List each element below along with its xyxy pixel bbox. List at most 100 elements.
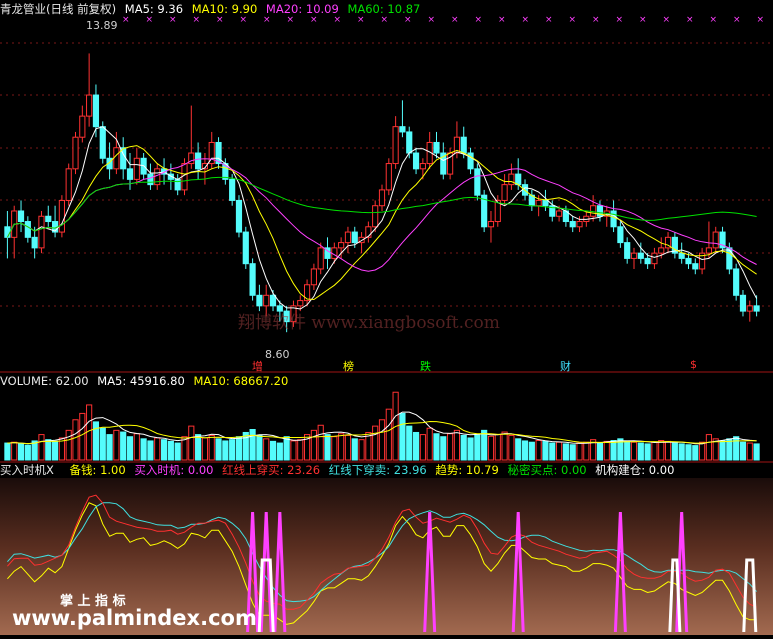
x-marker: × <box>498 15 506 25</box>
volume-bar <box>188 425 195 461</box>
candle-body <box>99 126 106 159</box>
indicator-item: 红线上穿买: 23.26 <box>222 463 321 477</box>
volume-bar <box>426 427 433 461</box>
volume-bar <box>338 433 345 461</box>
candle-body <box>269 294 277 307</box>
candle-body <box>378 189 386 207</box>
candle-body <box>617 226 624 244</box>
volume-bar <box>753 443 760 461</box>
volume-bar <box>726 438 733 461</box>
volume-bar <box>733 436 740 461</box>
candle-body <box>624 242 631 259</box>
candlestick-series <box>4 53 760 333</box>
volume-bar <box>174 442 181 461</box>
candle-body <box>460 136 467 154</box>
volume-bar <box>705 434 713 461</box>
volume-bar <box>310 429 317 461</box>
volume-bar <box>549 442 556 461</box>
x-marker: × <box>381 15 389 25</box>
candle-body <box>249 263 256 296</box>
volume-bar <box>542 440 549 461</box>
volume-bar <box>276 442 283 461</box>
candle-body <box>344 231 352 244</box>
candle-body <box>392 126 399 165</box>
x-marker: × <box>240 15 248 25</box>
candle-body <box>753 305 760 312</box>
volume-bar <box>739 441 747 461</box>
x-marker: × <box>169 15 177 25</box>
x-marker: × <box>263 15 271 25</box>
candle-body <box>86 94 93 117</box>
candle-body <box>576 221 583 228</box>
volume-bar <box>399 412 406 461</box>
volume-bar <box>160 439 168 461</box>
candle-body <box>685 257 692 265</box>
indicator-item: 红线下穿卖: 23.96 <box>328 463 427 477</box>
volume-bar <box>569 444 576 461</box>
volume-bar <box>283 436 290 461</box>
volume-value: VOLUME: 62.00 <box>0 374 89 388</box>
x-marker: × <box>287 15 295 25</box>
volume-bar <box>440 436 447 461</box>
volume-bar <box>535 440 542 461</box>
candle-body <box>235 199 243 233</box>
volume-bar <box>297 439 304 461</box>
candle-body <box>712 231 719 249</box>
volume-bar <box>167 440 174 461</box>
candle-body <box>412 152 420 170</box>
volume-bar <box>140 438 147 461</box>
candle-body <box>72 136 79 170</box>
candle-body <box>644 257 651 265</box>
volume-bar <box>195 434 202 461</box>
candle-body <box>310 268 317 286</box>
volume-bar <box>719 440 726 461</box>
candle-body <box>474 168 481 196</box>
ma5-value: MA5: 9.36 <box>124 2 184 16</box>
candle-body <box>147 173 154 186</box>
volume-bar <box>528 441 535 461</box>
volume-bar <box>263 438 270 461</box>
volume-bar <box>11 441 18 461</box>
stock-title: 青龙管业(日线 前复权) <box>0 2 117 16</box>
volume-bar <box>324 434 331 461</box>
volume-bar <box>229 439 236 461</box>
volume-bar <box>86 404 93 461</box>
volume-bar <box>378 419 386 461</box>
volume-bar <box>515 438 522 461</box>
volume-bar <box>671 442 678 461</box>
candle-body <box>406 131 413 154</box>
volume-bar <box>610 440 617 461</box>
event-marker: 财 <box>560 360 571 373</box>
volume-bar <box>235 436 243 461</box>
x-marker: × <box>475 15 483 25</box>
candle-body <box>658 247 665 254</box>
volume-bar <box>201 437 209 461</box>
x-marker: × <box>404 15 412 25</box>
x-marker: × <box>545 15 553 25</box>
volume-bar <box>154 437 161 461</box>
x-marker: × <box>451 15 459 25</box>
volume-bar <box>664 440 672 461</box>
watermark: 翔博软件 www.xiangbosoft.com <box>238 313 500 333</box>
ma20-value: MA20: 10.09 <box>265 2 339 16</box>
event-marker: 榜 <box>343 360 354 373</box>
candle-body <box>746 305 753 312</box>
candle-body <box>229 178 236 201</box>
candle-body <box>133 157 140 180</box>
candle-body <box>678 252 685 259</box>
x-marker: × <box>146 15 154 25</box>
volume-bar <box>699 441 706 461</box>
indicator-item: 秘密买点: 0.00 <box>507 463 587 477</box>
volume-bar <box>65 429 72 461</box>
event-marker: 增 <box>252 360 263 373</box>
volume-bar <box>4 442 11 461</box>
candle-body <box>38 215 45 249</box>
ma10-line <box>6 145 757 301</box>
x-marker: × <box>569 15 577 25</box>
volume-bar <box>208 434 215 461</box>
stock-chart-area[interactable]: × × × × × × × × × × × × × × × × × × × × × × × × × × × × 青龙管业(日线 前复权… <box>0 0 773 635</box>
top-x-markers: × × × × × × × × × × × × × × × × × × × × × × × × × × × × <box>122 15 764 25</box>
candle-body <box>24 221 31 238</box>
volume-header: VOLUME: 62.00 MA5: 45916.80 MA10: 68667.… <box>0 374 293 388</box>
volume-bar <box>562 443 569 461</box>
